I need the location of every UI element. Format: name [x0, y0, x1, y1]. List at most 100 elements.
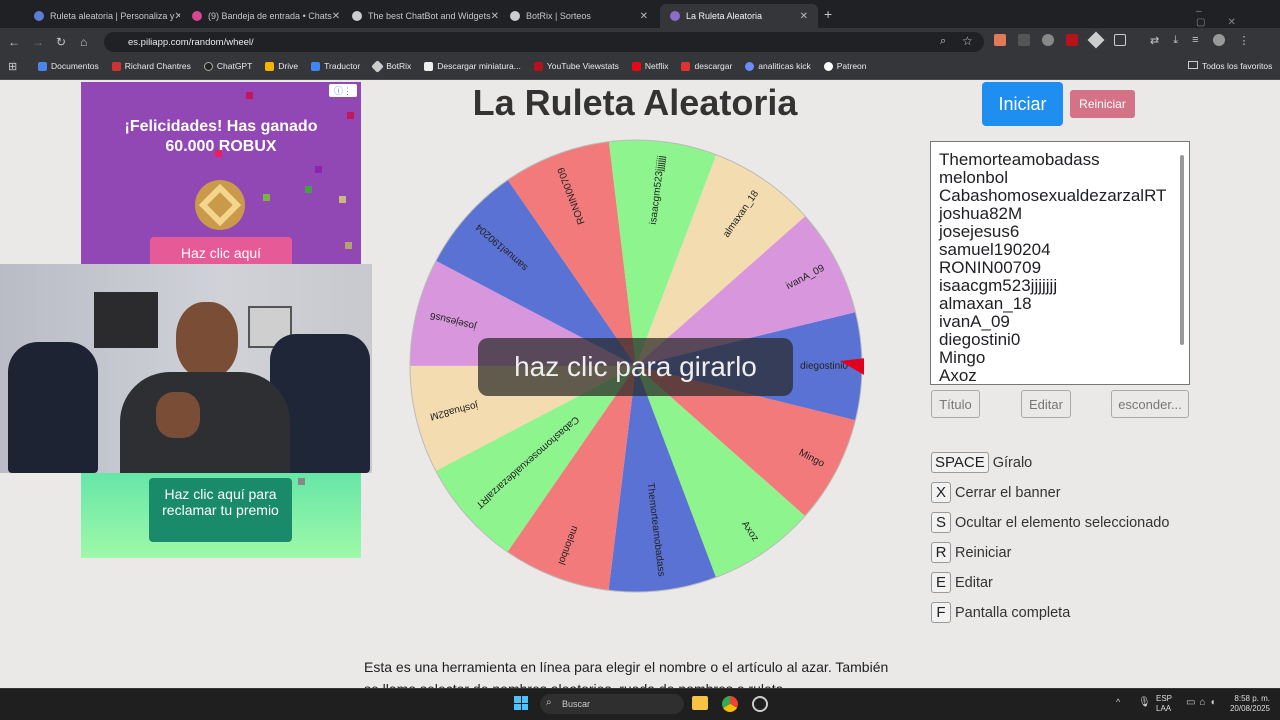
bookmark-item[interactable]: Documentos	[38, 61, 99, 71]
bookmark-item[interactable]: descargar	[681, 61, 732, 71]
key-badge: E	[931, 572, 951, 593]
chrome-icon[interactable]	[722, 696, 738, 712]
forward-icon[interactable]: →	[32, 34, 44, 50]
confetti-shape	[345, 242, 352, 249]
confetti-shape	[263, 194, 270, 201]
hide-button[interactable]: esconder...	[1111, 390, 1189, 418]
bookmark-item[interactable]: ChatGPT	[203, 61, 252, 71]
tab-ruleta-aleatoria[interactable]: La Ruleta Aleatoria ✕	[660, 4, 818, 28]
tab-chatbot[interactable]: The best ChatBot and Widgets ✕	[342, 4, 498, 28]
address-bar[interactable]: es.piliapp.com/random/wheel/	[104, 32, 984, 52]
spin-prompt[interactable]: haz clic para girarlo	[478, 338, 793, 396]
menu-icon[interactable]: ⋮	[1239, 34, 1250, 47]
drive-icon	[265, 61, 275, 71]
home-icon[interactable]: ⌂	[80, 34, 87, 50]
name-line: isaacgm523jjjjjjj	[939, 276, 1058, 295]
bookmark-item[interactable]: Drive	[265, 61, 298, 71]
key-badge: R	[931, 542, 951, 563]
bookmark-item[interactable]: Descargar miniatura...	[424, 61, 521, 71]
tab-title: The best ChatBot and Widgets	[368, 11, 491, 21]
close-icon[interactable]: ✕	[332, 11, 340, 22]
shortcut-f: F Pantalla completa	[931, 602, 1070, 623]
edit-button[interactable]: Editar	[1021, 390, 1071, 418]
ad-info-icon[interactable]: ⓘ⋮	[329, 84, 357, 97]
name-line: RONIN00709	[939, 258, 1042, 277]
page-icon	[424, 61, 434, 71]
avatar[interactable]	[1212, 34, 1225, 46]
extension-icon[interactable]	[1066, 34, 1078, 46]
description-text: Esta es una herramienta en línea para el…	[364, 659, 889, 688]
name-line: melonbol	[939, 168, 1008, 187]
tab-botrix-sorteos[interactable]: BotRix | Sorteos ✕	[500, 4, 658, 28]
key-badge: F	[931, 602, 951, 623]
star-icon[interactable]: ☆	[962, 34, 973, 48]
title-button[interactable]: Título	[931, 390, 980, 418]
bookmark-item[interactable]: YouTube Viewstats	[533, 61, 619, 71]
app-icon[interactable]	[752, 696, 768, 712]
new-tab-icon[interactable]: +	[824, 6, 832, 22]
name-line: Themorteamobadass	[939, 150, 1100, 169]
media-icon[interactable]: ≡	[1192, 34, 1198, 47]
back-icon[interactable]: ←	[8, 34, 20, 50]
taskbar-search[interactable]: Buscar	[540, 694, 684, 714]
file-explorer-icon[interactable]	[692, 696, 708, 710]
close-icon[interactable]: ✕	[491, 11, 498, 22]
confetti-shape	[315, 166, 322, 173]
key-badge: X	[931, 482, 951, 503]
bookmark-item[interactable]: BotRix	[371, 59, 411, 73]
bookmark-icon	[111, 61, 121, 71]
folder-icon	[1188, 61, 1198, 69]
tab-ruleta-personaliza[interactable]: Ruleta aleatoria | Personaliza y ✕	[24, 4, 180, 28]
tab-title: La Ruleta Aleatoria	[686, 11, 763, 21]
close-icon[interactable]: ✕	[174, 11, 180, 22]
person-hand	[156, 392, 200, 438]
reload-icon[interactable]: ↻	[56, 34, 66, 50]
key-badge: S	[931, 512, 951, 533]
person-head	[176, 302, 238, 378]
start-button[interactable]: Iniciar	[982, 82, 1063, 126]
website-icon	[34, 11, 44, 21]
webcam-overlay	[0, 264, 372, 473]
all-bookmarks[interactable]: Todos los favoritos	[1188, 61, 1272, 71]
windows-start-icon[interactable]	[514, 696, 528, 710]
apps-icon[interactable]: ⊞	[8, 60, 17, 73]
close-icon[interactable]: ✕	[800, 11, 808, 22]
close-icon[interactable]: ✕	[640, 11, 648, 22]
wheel-segment-label: diegostini0	[800, 361, 848, 372]
chevron-up-icon[interactable]: ^	[1116, 697, 1120, 707]
download-icon[interactable]: ⤓	[1173, 34, 1178, 47]
zoom-icon[interactable]: ⌕	[940, 35, 946, 48]
reset-button[interactable]: Reiniciar	[1070, 90, 1135, 118]
search-icon: ⌕	[546, 697, 552, 708]
puzzle-icon[interactable]	[1114, 34, 1126, 46]
wheel-icon	[670, 11, 680, 21]
translate-icon[interactable]: ⇄	[1150, 34, 1159, 47]
bookmark-item[interactable]: analiticas kick	[745, 61, 811, 71]
names-textarea[interactable]: Themorteamobadass melonbol Cabashomosexu…	[930, 141, 1190, 385]
confetti-shape	[347, 112, 354, 119]
bookmark-item[interactable]: Traductor	[311, 61, 360, 71]
ad-headline: ¡Felicidades! Has ganado	[124, 118, 318, 135]
name-line: josejesus6	[939, 222, 1020, 241]
shortcut-label: Pantalla completa	[955, 604, 1071, 621]
clock[interactable]: 8:58 p. m. 20/08/2025	[1214, 694, 1270, 714]
extension-icon[interactable]	[1087, 31, 1105, 49]
bookmark-item[interactable]: Patreon	[823, 61, 867, 71]
window-controls[interactable]: –▢✕	[1196, 6, 1280, 28]
bookmark-item[interactable]: Netflix	[631, 61, 668, 71]
analytics-icon	[745, 61, 755, 71]
confetti-shape	[246, 92, 253, 99]
extension-icon[interactable]	[994, 34, 1006, 46]
textarea-scrollbar[interactable]	[1178, 143, 1188, 383]
bookmark-item[interactable]: Richard Chantres	[111, 61, 191, 71]
extension-icon[interactable]	[1018, 34, 1030, 46]
patreon-icon	[823, 61, 833, 71]
confetti-shape	[298, 478, 305, 485]
ad-claim-button-bottom[interactable]: Haz clic aquí para reclamar tu premio	[149, 478, 292, 542]
bookmark-list: Documentos Richard Chantres ChatGPT Driv…	[38, 59, 867, 73]
tab-instagram[interactable]: (9) Bandeja de entrada • Chats ✕	[182, 4, 340, 28]
language-indicator[interactable]: ESP LAA	[1156, 694, 1176, 714]
extension-icon[interactable]	[1042, 34, 1054, 46]
search-placeholder: Buscar	[562, 699, 591, 709]
microphone-icon[interactable]: 🎙	[1138, 697, 1151, 708]
